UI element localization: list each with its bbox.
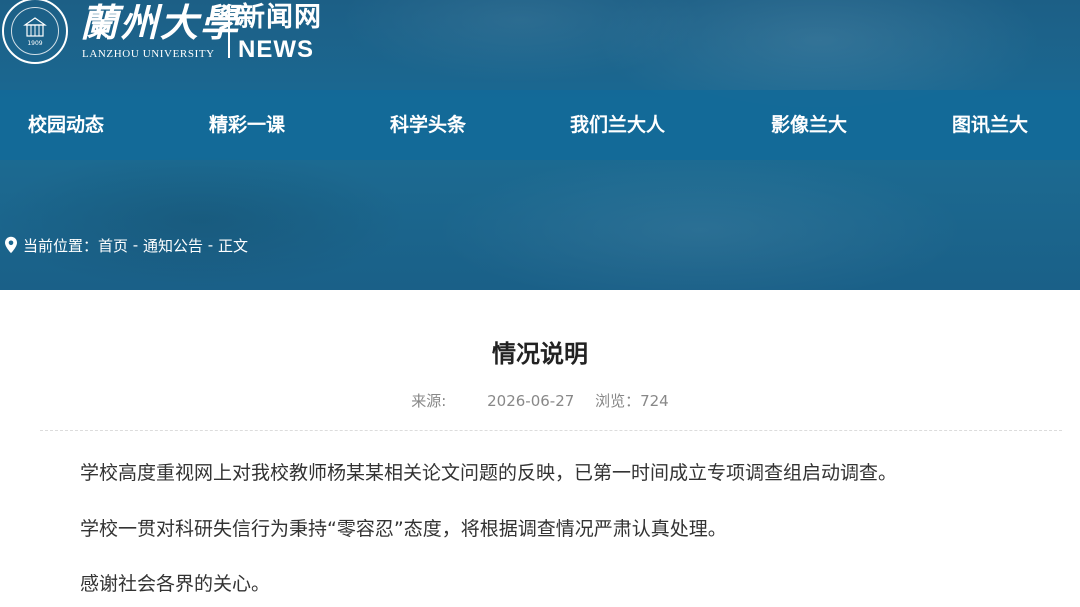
- breadcrumb-prefix: 当前位置：: [23, 236, 99, 255]
- main-nav: 校园动态 精彩一课 科学头条 我们兰大人 影像兰大 图讯兰大: [0, 90, 1080, 160]
- nav-item-science-headlines[interactable]: 科学头条: [390, 90, 466, 160]
- brand-bar: 1909 蘭州大學 LANZHOU UNIVERSITY 新闻网 NEWS: [0, 0, 1080, 90]
- university-name-en: LANZHOU UNIVERSITY: [82, 48, 215, 60]
- nav-item-featured-lecture[interactable]: 精彩一课: [209, 90, 285, 160]
- article-paragraph: 学校高度重视网上对我校教师杨某某相关论文问题的反映，已第一时间成立专项调查组启动…: [80, 462, 898, 484]
- view-count-group: 浏览：724: [595, 392, 669, 410]
- publish-date: 2026-06-27: [487, 392, 575, 410]
- nav-item-photo-news[interactable]: 图讯兰大: [952, 90, 1028, 160]
- breadcrumb-section-link[interactable]: 通知公告: [143, 235, 203, 256]
- seal-emblem-icon: 1909: [23, 17, 47, 47]
- source-label: 来源:: [411, 392, 447, 410]
- article-paragraph: 学校一贯对科研失信行为秉持“零容忍”态度，将根据调查情况严肃认真处理。: [80, 518, 727, 540]
- breadcrumb-separator: -: [203, 236, 218, 254]
- breadcrumb: 当前位置： 首页 - 通知公告 - 正文: [4, 235, 248, 255]
- breadcrumb-home-link[interactable]: 首页: [98, 235, 128, 256]
- location-pin-icon: [5, 236, 17, 254]
- breadcrumb-current: 正文: [217, 236, 248, 255]
- views-count: 724: [640, 392, 669, 410]
- nav-item-image-gallery[interactable]: 影像兰大: [771, 90, 847, 160]
- views-label: 浏览：: [595, 392, 641, 410]
- seal-inner-ring: 1909: [11, 7, 59, 55]
- meta-divider: [40, 430, 1062, 431]
- article-paragraph: 感谢社会各界的关心。: [80, 573, 271, 595]
- university-name-cn[interactable]: 蘭州大學: [80, 0, 240, 46]
- brand-divider: [228, 4, 230, 58]
- nav-item-campus-news[interactable]: 校园动态: [28, 90, 104, 160]
- university-seal-icon[interactable]: 1909: [2, 0, 68, 64]
- breadcrumb-separator: -: [128, 236, 143, 254]
- article-meta: 来源: 2026-06-27 浏览：724: [0, 390, 1080, 411]
- nav-item-our-people[interactable]: 我们兰大人: [570, 90, 665, 160]
- news-site-name-cn[interactable]: 新闻网: [238, 2, 322, 34]
- article-title: 情况说明: [492, 340, 588, 368]
- seal-year: 1909: [27, 40, 42, 47]
- news-site-name-en: NEWS: [238, 36, 314, 63]
- site-header: 1909 蘭州大學 LANZHOU UNIVERSITY 新闻网 NEWS 校园…: [0, 0, 1080, 290]
